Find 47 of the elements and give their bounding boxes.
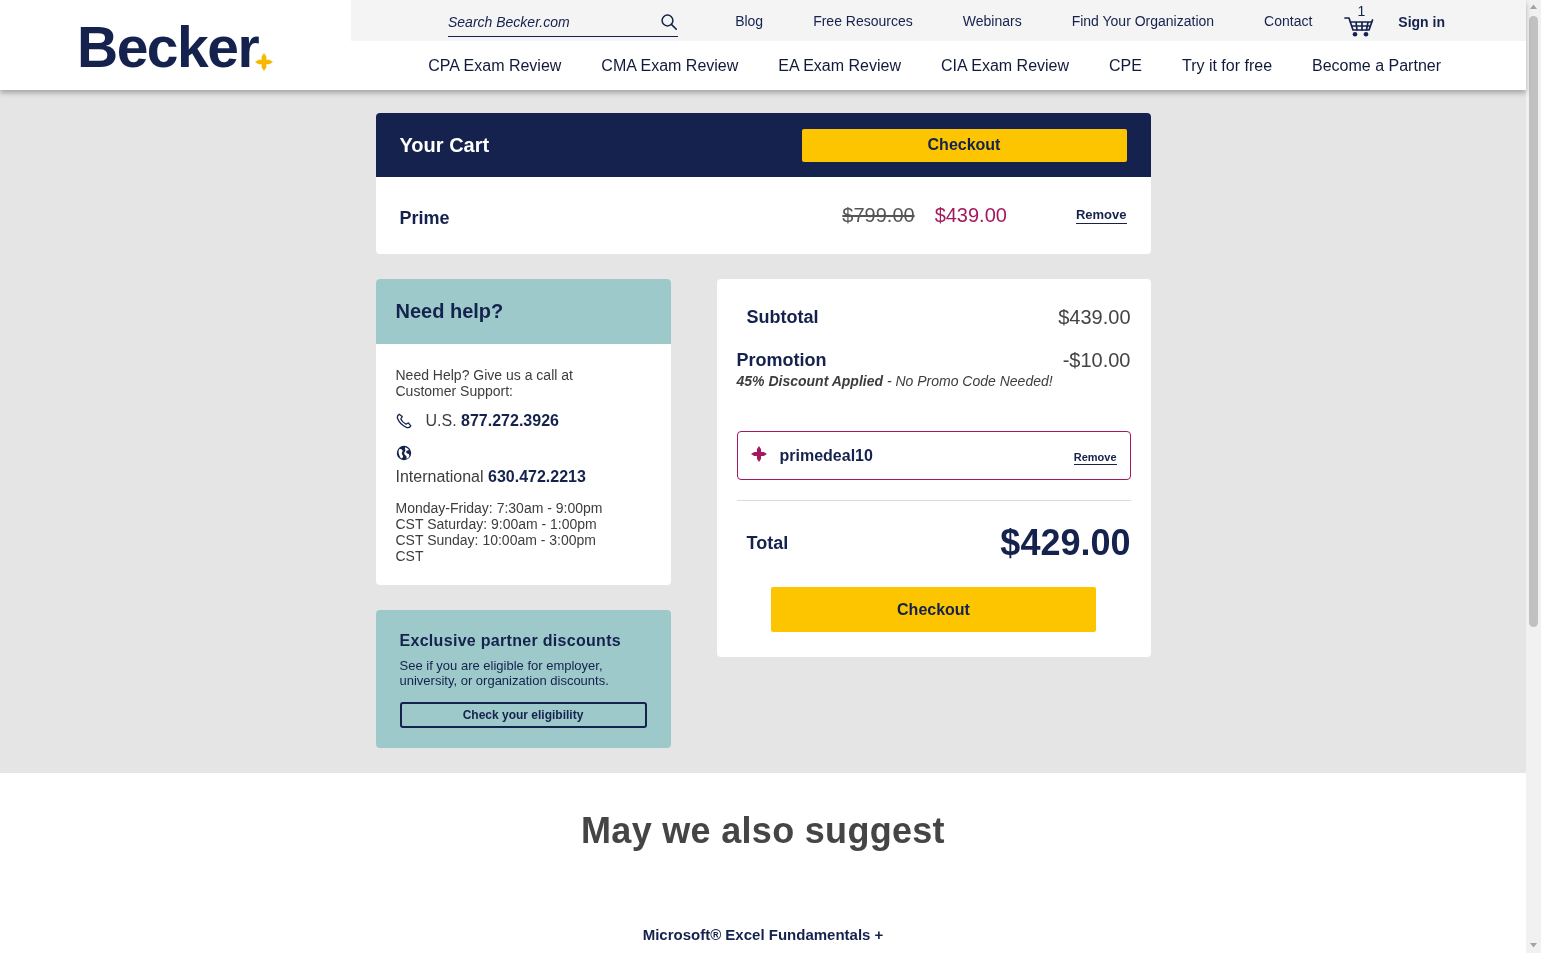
total-label: Total <box>746 532 789 555</box>
utility-link[interactable]: Blog <box>735 12 764 29</box>
promotion-amount: -$10.00 <box>1062 348 1131 372</box>
nav-link[interactable]: CPE <box>1109 56 1142 75</box>
nav-link[interactable]: CMA Exam Review <box>601 56 739 75</box>
promotion-label: Promotion <box>736 349 827 372</box>
nav-link[interactable]: Become a Partner <box>1312 56 1441 75</box>
checkout-button[interactable]: Checkout <box>771 587 1096 632</box>
product-name: Prime <box>399 207 450 229</box>
search-field[interactable]: Search Becker.com <box>448 11 653 32</box>
subtotal-amount: $439.00 <box>1058 305 1131 329</box>
promotion-note: 45% Discount Applied - No Promo Code Needed! <box>736 372 1054 390</box>
hours-text: Monday-Friday: 7:30am - 9:00pm CST Saturday: 9:00am - 1:00pm CST Sunday: 10:00am - 3:00pm CST <box>395 500 604 564</box>
sign-in-link[interactable]: Sign in <box>1398 13 1445 30</box>
help-title: Need help? <box>395 300 504 323</box>
plus-icon <box>750 446 767 462</box>
globe-icon <box>395 445 412 461</box>
phone-number-text: U.S. 877.272.3926 <box>425 411 559 431</box>
phone-number-text: International 630.472.2213 <box>395 467 586 487</box>
nav-link[interactable]: EA Exam Review <box>778 56 901 75</box>
product-link[interactable]: Microsoft® Excel Fundamentals + <box>642 925 884 945</box>
phone-icon <box>395 413 412 429</box>
promo-code-text: primedeal10 <box>779 446 873 465</box>
remove-link[interactable]: Remove <box>1073 450 1117 465</box>
help-text: Need Help? Give us a call at Customer Support: <box>395 367 574 399</box>
cart-count: 1 <box>1357 4 1366 17</box>
total-amount: $429.00 <box>1000 522 1131 564</box>
partner-title: Exclusive partner discounts <box>399 631 622 651</box>
sale-price: $439.00 <box>934 204 1007 227</box>
utility-link[interactable]: Contact <box>1264 12 1313 29</box>
original-price: $799.00 <box>842 204 915 227</box>
cart-icon[interactable] <box>1344 16 1375 37</box>
subtotal-label: Subtotal <box>746 306 819 329</box>
remove-link[interactable]: Remove <box>1075 207 1127 224</box>
nav-link[interactable]: Try it for free <box>1181 56 1273 75</box>
eligibility-button[interactable]: Check your eligibility <box>399 702 647 728</box>
utility-link[interactable]: Webinars <box>962 12 1022 29</box>
section-heading: May we also suggest <box>581 809 945 853</box>
nav-link[interactable]: CPA Exam Review <box>428 56 562 75</box>
checkout-button[interactable]: Checkout <box>801 128 1127 162</box>
utility-link[interactable]: Free Resources <box>813 12 913 29</box>
nav-link[interactable]: CIA Exam Review <box>941 56 1070 75</box>
search-icon[interactable] <box>661 13 677 30</box>
partner-text: See if you are eligible for employer, university, or organization discounts. <box>399 658 610 688</box>
utility-link[interactable]: Find Your Organization <box>1071 12 1215 29</box>
cart-title: Your Cart <box>399 133 490 157</box>
logo-text[interactable]: Becker <box>77 18 259 76</box>
